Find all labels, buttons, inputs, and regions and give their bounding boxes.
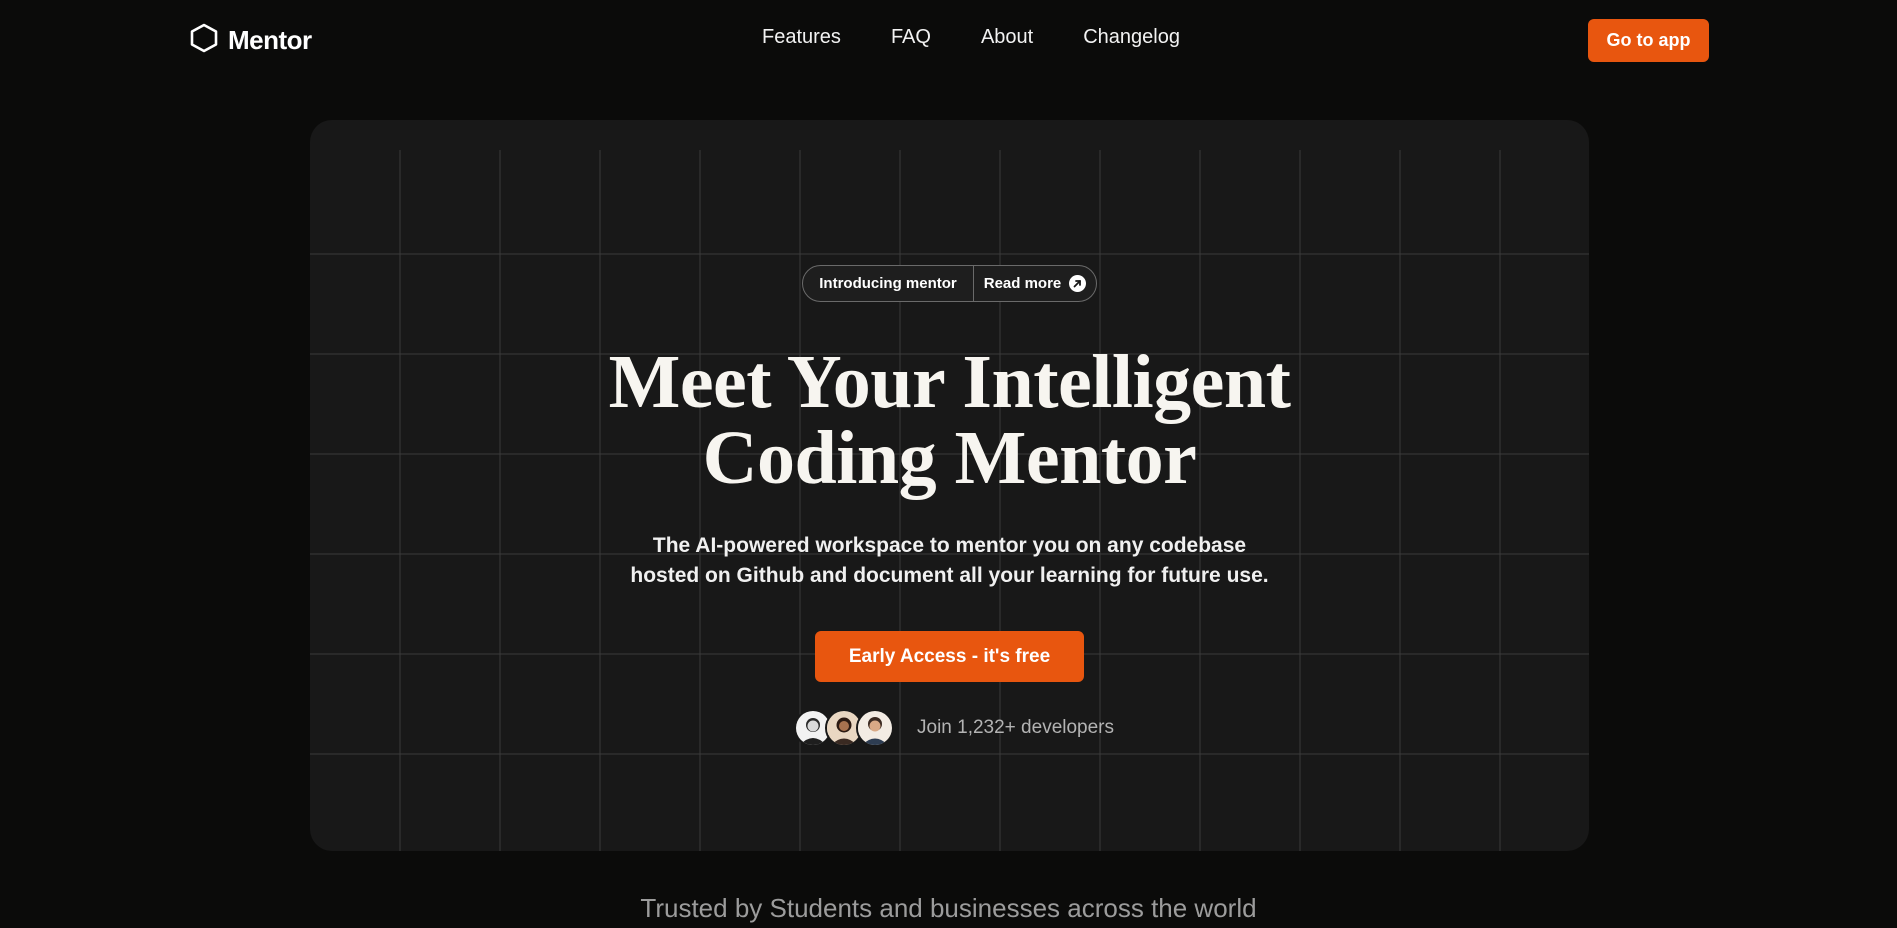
badge-label: Introducing mentor	[803, 266, 974, 301]
arrow-up-right-icon	[1069, 275, 1087, 292]
avatar	[856, 709, 894, 747]
top-navbar: Mentor Features FAQ About Changelog Go t…	[0, 0, 1897, 80]
avatar-group	[794, 709, 894, 747]
go-to-app-button[interactable]: Go to app	[1588, 19, 1709, 62]
trusted-by-heading: Trusted by Students and businesses acros…	[640, 893, 1257, 923]
early-access-button[interactable]: Early Access - it's free	[815, 631, 1084, 682]
read-more-link[interactable]: Read more	[974, 266, 1096, 301]
logo-text: Mentor	[228, 24, 312, 55]
headline-line-1: Meet Your Intelligent	[608, 340, 1291, 424]
hero-card: Introducing mentor Read more Meet Your I…	[310, 120, 1589, 851]
hero-subtitle: The AI-powered workspace to mentor you o…	[310, 531, 1589, 591]
nav-link-changelog[interactable]: Changelog	[1083, 26, 1180, 49]
subtitle-line-1: The AI-powered workspace to mentor you o…	[652, 534, 1247, 557]
read-more-label: Read more	[983, 275, 1062, 292]
developer-count: Join 1,232+ developers	[917, 717, 1115, 738]
subtitle-line-2: hosted on Github and document all your l…	[630, 564, 1269, 587]
nav-link-faq[interactable]: FAQ	[891, 26, 931, 49]
headline-line-2: Coding Mentor	[702, 416, 1197, 500]
hero-headline: Meet Your Intelligent Coding Mentor	[310, 344, 1589, 496]
hexagon-icon	[190, 23, 218, 58]
nav-link-features[interactable]: Features	[762, 26, 841, 49]
nav-links: Features FAQ About Changelog	[762, 26, 1180, 49]
announcement-badge: Introducing mentor Read more	[802, 265, 1097, 302]
social-proof: Join 1,232+ developers	[794, 708, 1114, 748]
logo[interactable]: Mentor	[190, 22, 312, 58]
nav-link-about[interactable]: About	[981, 26, 1033, 49]
